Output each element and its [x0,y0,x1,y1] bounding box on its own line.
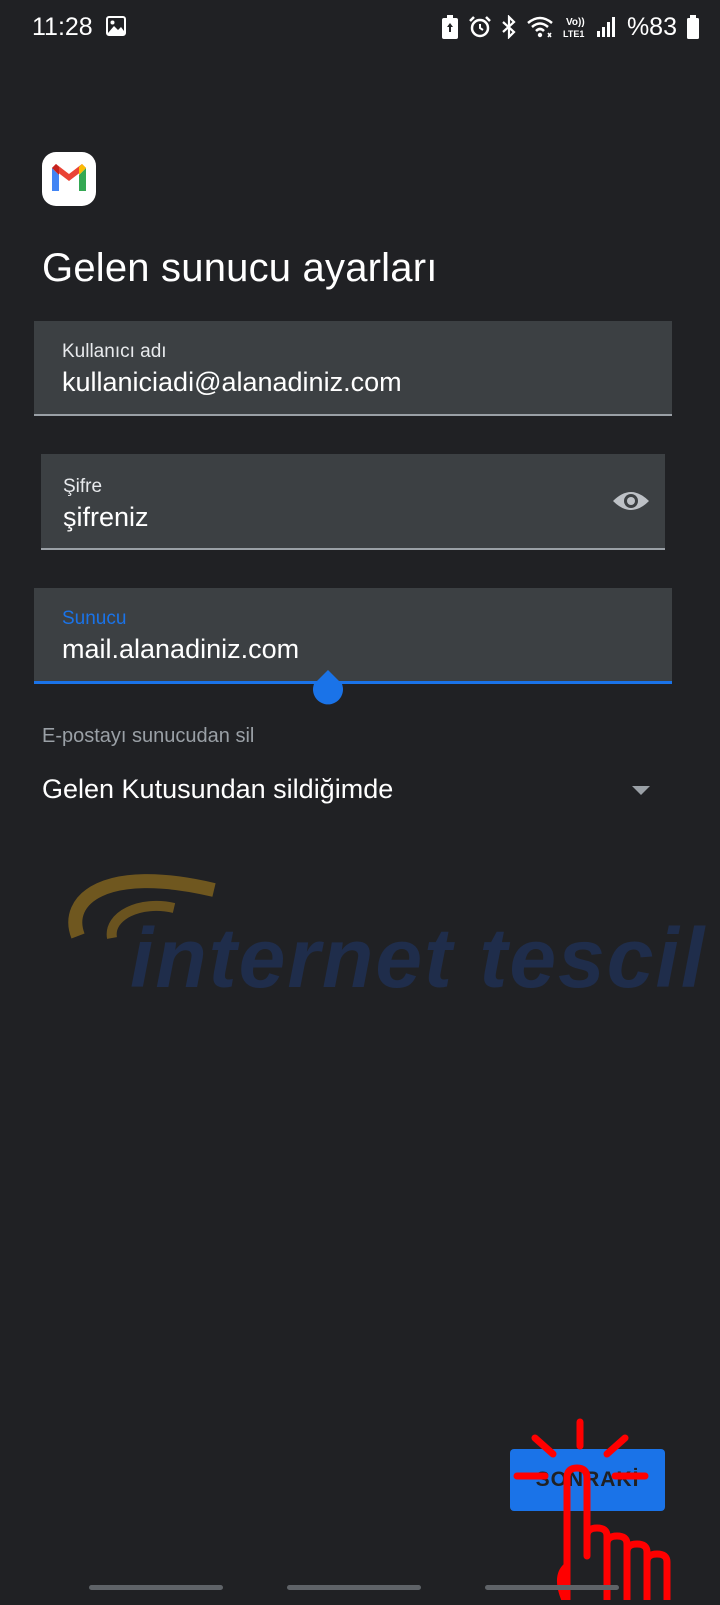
server-label: Sunucu [62,608,127,629]
status-bar: 11:28 Vo)) LTE1 %83 [0,0,720,54]
delete-email-dropdown[interactable]: Gelen Kutusundan sildiğimde [34,762,664,818]
dropdown-arrow-icon [632,786,650,795]
password-field[interactable]: Şifre [41,454,665,550]
username-label: Kullanıcı adı [62,341,167,362]
battery-saver-icon [441,15,459,39]
username-field[interactable]: Kullanıcı adı [34,321,672,416]
volte-icon: Vo)) LTE1 [563,14,587,40]
delete-email-value: Gelen Kutusundan sildiğimde [42,774,394,804]
svg-text:LTE1: LTE1 [563,29,584,39]
bluetooth-icon [501,15,517,39]
nav-home-button[interactable] [287,1585,421,1590]
gallery-icon [106,16,126,41]
status-time: 11:28 [32,13,93,41]
next-button-label: SONRAKİ [535,1468,640,1491]
nav-recents-button[interactable] [89,1585,223,1590]
username-input[interactable] [62,367,622,398]
delete-email-label: E-postayı sunucudan sil [42,725,255,747]
watermark-text: internet tescil [130,911,707,1005]
signal-icon [596,15,616,39]
navigation-bar [0,1578,720,1600]
wifi-icon [526,15,554,39]
server-input[interactable] [62,634,622,665]
password-input[interactable] [63,502,623,533]
nav-back-button[interactable] [485,1585,619,1590]
text-cursor-handle[interactable] [311,670,345,706]
status-icons: Vo)) LTE1 %83 [441,12,700,42]
alarm-icon [468,15,492,39]
gmail-icon [42,152,96,206]
svg-text:Vo)): Vo)) [566,17,585,28]
page-title: Gelen sunucu ayarları [42,246,438,290]
battery-percentage: %83 [626,12,677,41]
password-label: Şifre [63,476,103,497]
watermark-logo: internet tescil [66,860,704,1005]
eye-icon[interactable] [611,486,651,516]
server-field[interactable]: Sunucu [34,588,672,684]
next-button[interactable]: SONRAKİ [510,1449,665,1511]
battery-icon [686,15,700,39]
